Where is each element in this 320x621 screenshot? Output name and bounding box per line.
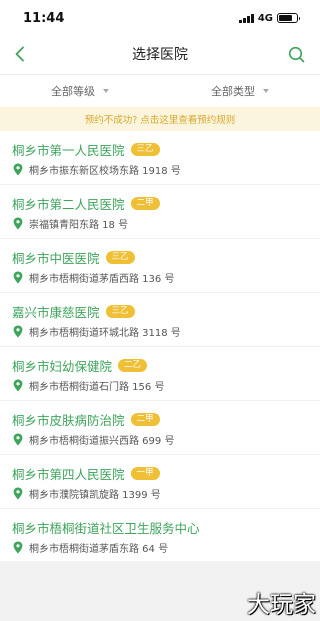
hospital-grade-badge: 二甲 — [130, 412, 160, 426]
filter-bar: 全部等级 全部类型 — [0, 74, 320, 107]
search-icon — [288, 46, 304, 62]
hospital-address: 桐乡市梧桐街道环城北路 3118 号 — [29, 327, 181, 339]
hospital-list-item[interactable]: 桐乡市第二人民医院 二甲 崇福镇青阳东路 18 号 — [0, 185, 320, 239]
battery-icon — [277, 13, 300, 23]
status-time: 11:44 — [23, 10, 65, 26]
type-filter-label: 全部类型 — [211, 85, 255, 98]
location-pin-icon — [12, 487, 23, 500]
hospital-list-item[interactable]: 桐乡市第四人民医院 一甲桐乡市濮院镇凯旋路 1399 号 — [0, 455, 320, 509]
hospital-name: 嘉兴市康慈医院 — [12, 304, 100, 320]
hospital-grade-badge: 一甲 — [130, 466, 160, 480]
status-indicators: 4G — [238, 12, 300, 24]
hospital-name: 桐乡市第一人民医院 — [12, 142, 125, 158]
location-pin-icon — [12, 541, 23, 554]
hospital-name: 桐乡市梧桐街道社区卫生服务中心 — [12, 520, 200, 536]
hospital-address: 桐乡市濮院镇凯旋路 1399 号 — [29, 489, 161, 501]
location-pin-icon — [12, 163, 23, 176]
type-filter-dropdown[interactable]: 全部类型 — [160, 83, 320, 99]
hospital-list-item[interactable]: 桐乡市中医医院 三乙桐乡市梧桐街道茅盾西路 136 号 — [0, 239, 320, 293]
hospital-list-item[interactable]: 桐乡市第一人民医院 三乙桐乡市振东新区校场东路 1918 号 — [0, 131, 320, 185]
hospital-grade-badge: 三乙 — [105, 304, 135, 318]
hospital-name: 桐乡市皮肤病防治院 — [12, 412, 125, 428]
hospital-name: 桐乡市第四人民医院 — [12, 466, 125, 482]
hospital-address: 桐乡市梧桐街道石门路 156 号 — [29, 381, 165, 393]
navigation-bar: 选择医院 — [0, 36, 320, 72]
location-pin-icon — [12, 379, 23, 392]
location-pin-icon — [12, 271, 23, 284]
level-filter-dropdown[interactable]: 全部等级 — [0, 83, 160, 99]
watermark: 大玩家 — [247, 585, 316, 619]
caret-down-icon — [263, 89, 269, 93]
location-pin-icon — [12, 433, 23, 446]
hospital-list-item[interactable]: 桐乡市梧桐街道社区卫生服务中心桐乡市梧桐街道茅盾东路 64 号 — [0, 509, 320, 563]
booking-rules-notice[interactable]: 预约不成功? 点击这里查看预约规则 — [0, 107, 320, 131]
signal-icon — [238, 13, 254, 23]
hospital-grade-badge: 二甲 — [130, 196, 160, 210]
hospital-list-item[interactable]: 桐乡市皮肤病防治院 二甲桐乡市梧桐街道振兴西路 699 号 — [0, 401, 320, 455]
hospital-address: 桐乡市梧桐街道茅盾西路 136 号 — [29, 273, 175, 285]
network-type: 4G — [257, 12, 273, 24]
hospital-address: 桐乡市梧桐街道振兴西路 699 号 — [29, 435, 175, 447]
hospital-name: 桐乡市第二人民医院 — [12, 196, 125, 212]
hospital-name: 桐乡市中医医院 — [12, 250, 100, 266]
hospital-list: 桐乡市第一人民医院 三乙 桐乡市振东新区校场东路 1918 号桐乡市第二人民医院 二甲… — [0, 131, 320, 563]
hospital-list-item[interactable]: 桐乡市妇幼保健院 二乙桐乡市梧桐街道石门路 156 号 — [0, 347, 320, 401]
level-filter-label: 全部等级 — [51, 85, 95, 98]
hospital-list-item[interactable]: 嘉兴市康慈医院 三乙桐乡市梧桐街道环城北路 3118 号 — [0, 293, 320, 347]
search-button[interactable] — [284, 42, 308, 66]
caret-down-icon — [103, 89, 109, 93]
page-title: 选择医院 — [132, 47, 188, 63]
back-button[interactable] — [8, 42, 32, 66]
hospital-grade-badge: 二乙 — [118, 358, 148, 372]
hospital-address: 桐乡市振东新区校场东路 1918 号 — [29, 165, 181, 177]
location-pin-icon — [12, 217, 23, 230]
watermark-text: 大玩家 — [247, 592, 316, 618]
hospital-grade-badge: 三乙 — [105, 250, 135, 264]
hospital-grade-badge: 三乙 — [130, 142, 160, 156]
hospital-name: 桐乡市妇幼保健院 — [12, 358, 113, 374]
chevron-left-icon — [15, 46, 24, 62]
hospital-address: 桐乡市梧桐街道茅盾东路 64 号 — [29, 543, 169, 555]
hospital-address: 崇福镇青阳东路 18 号 — [29, 219, 129, 231]
location-pin-icon — [12, 325, 23, 338]
status-bar: 11:44 4G — [0, 0, 320, 36]
